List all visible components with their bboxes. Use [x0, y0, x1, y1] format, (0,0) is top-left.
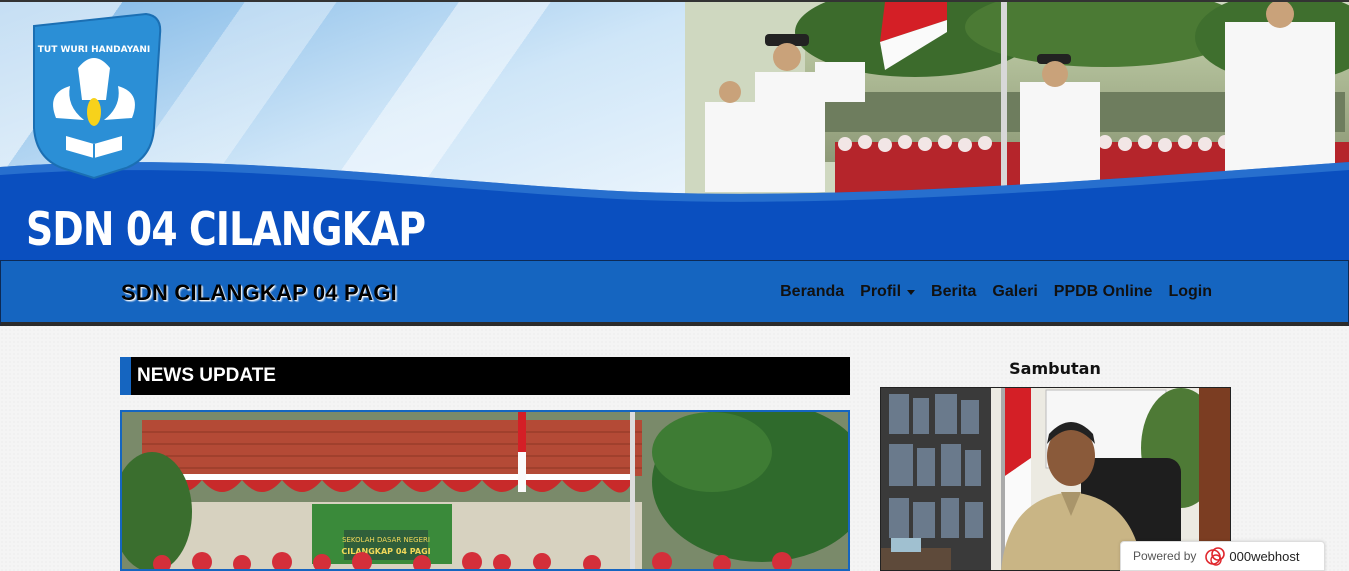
- news-update-title: NEWS UPDATE: [137, 365, 276, 386]
- sidebar-title: Sambutan: [1009, 359, 1101, 378]
- main-navbar: SDN CILANGKAP 04 PAGI Beranda Profil Ber…: [0, 260, 1349, 326]
- news-update-header: NEWS UPDATE: [120, 357, 850, 395]
- nav-links: Beranda Profil Berita Galeri PPDB Online…: [772, 283, 1220, 301]
- nav-link-berita[interactable]: Berita: [923, 283, 984, 301]
- navbar-brand[interactable]: SDN CILANGKAP 04 PAGI: [121, 280, 397, 306]
- school-group-photo: SEKOLAH DASAR NEGERI CILANGKAP 04 PAGI: [122, 412, 848, 569]
- nav-link-label: Login: [1168, 283, 1212, 300]
- nav-link-galeri[interactable]: Galeri: [984, 283, 1045, 301]
- tut-wuri-handayani-logo: TUT WURI HANDAYANI: [33, 12, 162, 180]
- nav-link-login[interactable]: Login: [1160, 283, 1220, 301]
- nav-link-label: Beranda: [780, 283, 845, 300]
- header-banner: TUT WURI HANDAYANI SDN 04 CILANGKAP: [0, 0, 1349, 260]
- nav-link-label: Galeri: [992, 283, 1038, 300]
- svg-text:SEKOLAH DASAR NEGERI: SEKOLAH DASAR NEGERI: [342, 536, 430, 544]
- 000webhost-icon: [1205, 547, 1226, 566]
- nav-link-label: Berita: [931, 283, 977, 300]
- caret-down-icon: [907, 290, 916, 295]
- nav-link-profil[interactable]: Profil: [852, 283, 923, 301]
- powered-by-brand: 000webhost: [1229, 548, 1300, 564]
- svg-text:CILANGKAP 04 PAGI: CILANGKAP 04 PAGI: [341, 547, 430, 556]
- logo-text: TUT WURI HANDAYANI: [38, 45, 150, 55]
- news-image[interactable]: SEKOLAH DASAR NEGERI CILANGKAP 04 PAGI: [120, 410, 850, 571]
- powered-by-badge[interactable]: Powered by 000webhost: [1120, 541, 1325, 571]
- nav-link-label: Profil: [860, 283, 902, 300]
- nav-link-ppdb-online[interactable]: PPDB Online: [1046, 283, 1161, 301]
- site-title: SDN 04 CILANGKAP: [26, 202, 426, 256]
- powered-by-label: Powered by: [1133, 549, 1197, 563]
- nav-link-beranda[interactable]: Beranda: [772, 283, 852, 301]
- nav-link-label: PPDB Online: [1053, 283, 1153, 300]
